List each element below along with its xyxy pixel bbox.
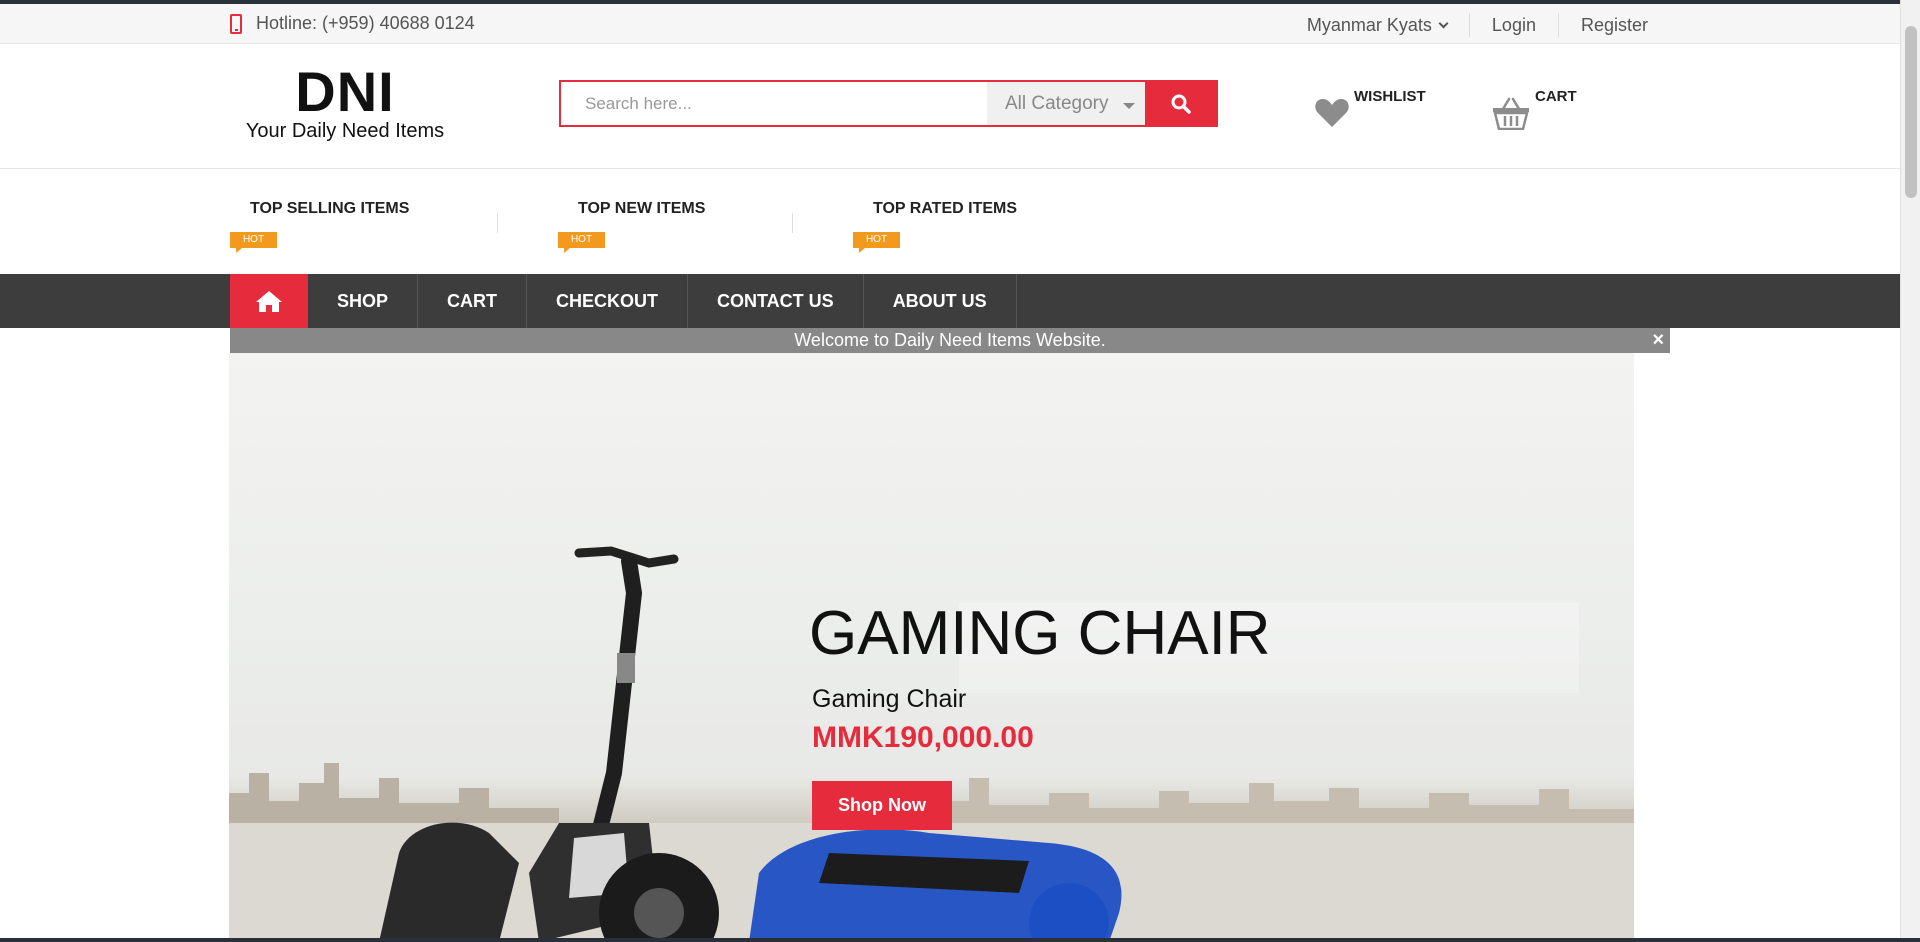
scrollbar-thumb[interactable] bbox=[1905, 26, 1917, 198]
search-icon bbox=[1171, 94, 1191, 114]
wishlist-link[interactable]: WISHLIST bbox=[1314, 88, 1426, 128]
window-bottom-edge bbox=[0, 938, 1920, 942]
account-links: Myanmar Kyats Login Register bbox=[1285, 13, 1670, 37]
welcome-banner: Welcome to Daily Need Items Website. × bbox=[230, 328, 1670, 353]
hero-subtitle: Gaming Chair bbox=[812, 685, 967, 713]
caret-down-icon bbox=[1122, 102, 1135, 109]
logo-tagline: Your Daily Need Items bbox=[245, 120, 445, 142]
login-link[interactable]: Login bbox=[1468, 13, 1558, 37]
search-input[interactable] bbox=[561, 82, 987, 125]
search-button[interactable] bbox=[1145, 82, 1216, 125]
tab-divider bbox=[792, 213, 793, 233]
nav-home-button[interactable] bbox=[230, 274, 308, 328]
main-nav: SHOP CART CHECKOUT CONTACT US ABOUT US bbox=[0, 274, 1900, 328]
cart-link[interactable]: CART bbox=[1491, 88, 1577, 130]
currency-selector[interactable]: Myanmar Kyats bbox=[1285, 13, 1469, 37]
cart-label: CART bbox=[1535, 88, 1577, 105]
nav-items: SHOP CART CHECKOUT CONTACT US ABOUT US bbox=[308, 274, 1017, 328]
nav-shop[interactable]: SHOP bbox=[308, 274, 419, 328]
tab-top-new[interactable]: TOP NEW ITEMS bbox=[578, 200, 705, 218]
hot-badge: HOT bbox=[853, 232, 900, 253]
home-icon bbox=[256, 291, 282, 312]
hero-slider: GAMING CHAIR Gaming Chair MMK190,000.00 … bbox=[229, 353, 1634, 942]
header: DNI Your Daily Need Items All Category W… bbox=[0, 44, 1920, 169]
hot-badge: HOT bbox=[558, 232, 605, 253]
nav-cart[interactable]: CART bbox=[418, 274, 528, 328]
item-tabs: TOP SELLING ITEMS HOT TOP NEW ITEMS HOT … bbox=[0, 169, 1920, 274]
category-label: All Category bbox=[1005, 92, 1109, 114]
wishlist-label: WISHLIST bbox=[1354, 88, 1426, 105]
register-link[interactable]: Register bbox=[1557, 13, 1670, 37]
nav-contact-us[interactable]: CONTACT US bbox=[688, 274, 864, 328]
shop-now-button[interactable]: Shop Now bbox=[812, 781, 952, 830]
hero-price: MMK190,000.00 bbox=[812, 721, 1034, 754]
heart-icon bbox=[1315, 99, 1349, 127]
tab-top-rated[interactable]: TOP RATED ITEMS bbox=[873, 200, 1017, 218]
category-select[interactable]: All Category bbox=[987, 82, 1145, 125]
logo[interactable]: DNI Your Daily Need Items bbox=[240, 62, 450, 143]
hotline: Hotline: (+959) 40688 0124 bbox=[230, 13, 475, 34]
basket-icon bbox=[1493, 97, 1529, 130]
logo-mark: DNI bbox=[295, 60, 395, 123]
top-bar: Hotline: (+959) 40688 0124 Myanmar Kyats… bbox=[0, 0, 1920, 44]
hero-title: GAMING CHAIR bbox=[809, 599, 1271, 668]
search-bar: All Category bbox=[559, 80, 1218, 127]
nav-checkout[interactable]: CHECKOUT bbox=[527, 274, 689, 328]
close-icon[interactable]: × bbox=[1652, 328, 1664, 352]
tab-top-selling[interactable]: TOP SELLING ITEMS bbox=[250, 200, 409, 218]
tab-divider bbox=[497, 213, 498, 233]
scrollbar[interactable] bbox=[1900, 0, 1920, 942]
currency-label: Myanmar Kyats bbox=[1306, 15, 1432, 35]
hot-badge: HOT bbox=[230, 232, 277, 253]
phone-icon bbox=[230, 13, 242, 34]
chevron-down-icon bbox=[1438, 18, 1449, 28]
nav-about-us[interactable]: ABOUT US bbox=[864, 274, 1017, 328]
hotline-text: Hotline: (+959) 40688 0124 bbox=[256, 13, 475, 33]
welcome-text: Welcome to Daily Need Items Website. bbox=[794, 330, 1106, 350]
